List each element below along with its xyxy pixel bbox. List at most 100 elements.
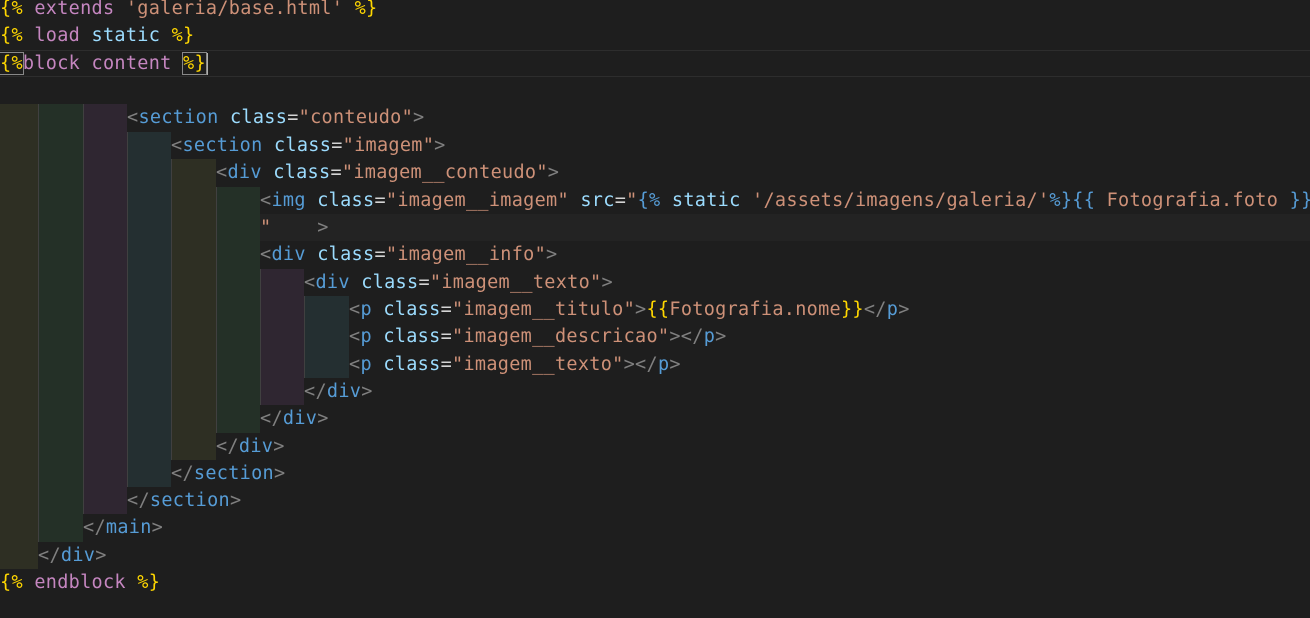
code-line[interactable]: {% endblock %}: [0, 569, 160, 596]
code-token: content: [91, 53, 184, 74]
code-token: >: [273, 436, 285, 457]
code-line[interactable]: </main>: [83, 514, 163, 541]
code-token: section: [138, 107, 219, 128]
text-cursor: [205, 53, 208, 75]
code-token: p: [657, 354, 670, 375]
code-token: <: [216, 162, 228, 183]
code-token: static: [91, 25, 161, 46]
code-token: </: [171, 463, 194, 484]
code-token: "imagem": [342, 135, 435, 156]
code-token: >: [546, 244, 558, 265]
code-token: {%: [0, 52, 24, 75]
code-token: </: [38, 545, 61, 566]
code-token: div: [315, 272, 350, 293]
code-line[interactable]: <p class="imagem__descricao"></p>: [349, 323, 727, 350]
code-line[interactable]: <div class="imagem__texto">: [304, 269, 613, 296]
code-line[interactable]: {% extends 'galeria/base.html' %}: [0, 0, 378, 22]
code-token: div: [326, 381, 362, 402]
code-token: "imagem__imagem": [385, 190, 569, 211]
code-token: class: [273, 135, 332, 156]
code-editor[interactable]: {% extends 'galeria/base.html' %} {% load…: [0, 0, 1310, 618]
code-line[interactable]: <div class="imagem__info">: [260, 241, 557, 268]
code-line[interactable]: </section>: [127, 487, 241, 514]
code-line[interactable]: <section class="imagem">: [171, 132, 446, 159]
code-line[interactable]: </div>: [38, 542, 107, 569]
indent-guide-line: [83, 104, 84, 514]
code-token: =: [331, 135, 343, 156]
code-line[interactable]: <section class="conteudo">: [127, 104, 424, 131]
indent-guide-line: [216, 187, 217, 433]
code-token: %}: [160, 25, 195, 46]
code-token: ": [260, 217, 272, 238]
code-token: </: [127, 490, 150, 511]
code-token: "imagem__info": [385, 244, 547, 265]
code-token: %}: [182, 52, 207, 75]
code-token: endblock: [34, 572, 138, 593]
code-token: </: [304, 381, 327, 402]
indent-guide-band: [83, 104, 127, 514]
indent-guide-band: [171, 159, 216, 460]
code-token: <: [349, 354, 361, 375]
code-token: >: [547, 162, 560, 183]
code-line[interactable]: {%block content %}: [0, 50, 208, 77]
code-token: Fotografia.nome: [669, 299, 841, 320]
code-token: {%: [0, 25, 35, 46]
code-token: <: [349, 326, 361, 347]
code-line[interactable]: </div>: [216, 433, 285, 460]
code-token: >: [95, 545, 107, 566]
code-token: div: [282, 408, 318, 429]
code-token: >: [715, 326, 727, 347]
code-token: =: [614, 190, 627, 211]
code-line[interactable]: <p class="imagem__texto"></p>: [349, 351, 681, 378]
code-token: >: [434, 135, 446, 156]
code-line[interactable]: <p class="imagem__titulo">{{Fotografia.n…: [349, 296, 910, 323]
code-line[interactable]: {% load static %}: [0, 22, 195, 49]
code-token: </: [635, 354, 658, 375]
indent-guide-band: [216, 187, 260, 433]
code-token: '/assets/imagens/galeria/': [752, 190, 1050, 211]
code-token: class: [383, 326, 441, 347]
code-token: <: [349, 299, 361, 320]
code-token: >: [229, 490, 242, 511]
code-token: </: [680, 326, 704, 347]
code-line[interactable]: </section>: [171, 460, 285, 487]
code-token: img: [271, 190, 306, 211]
code-token: </: [216, 436, 239, 457]
code-token: <: [127, 107, 139, 128]
code-line[interactable]: <img class="imagem__imagem" src="{% stat…: [260, 187, 1310, 214]
code-token: src: [580, 190, 615, 211]
code-token: p: [703, 326, 716, 347]
code-token: div: [238, 436, 274, 457]
code-token: >: [273, 463, 286, 484]
code-token: class: [273, 162, 331, 183]
code-token: =: [440, 326, 453, 347]
code-token: >: [635, 299, 647, 320]
code-token: p: [360, 299, 372, 320]
code-token: div: [60, 545, 96, 566]
code-token: <: [171, 135, 183, 156]
code-token: =: [287, 107, 299, 128]
code-token: =: [440, 354, 453, 375]
code-token: "imagem__descricao": [452, 326, 670, 347]
code-token: =: [330, 162, 342, 183]
code-token: }}: [840, 299, 864, 320]
code-line[interactable]: <div class="imagem__conteudo">: [216, 159, 559, 186]
code-line[interactable]: </div>: [260, 405, 329, 432]
code-token: <: [260, 190, 272, 211]
code-token: extends: [34, 0, 126, 19]
indent-guide-line: [127, 132, 128, 487]
code-line[interactable]: " >: [260, 214, 329, 241]
code-token: class: [383, 354, 441, 375]
code-token: %}: [343, 0, 378, 19]
code-token: >: [317, 217, 329, 238]
code-line[interactable]: </div>: [304, 378, 373, 405]
code-token: >: [623, 354, 636, 375]
code-token: div: [271, 244, 306, 265]
indent-guide-line: [38, 104, 39, 542]
